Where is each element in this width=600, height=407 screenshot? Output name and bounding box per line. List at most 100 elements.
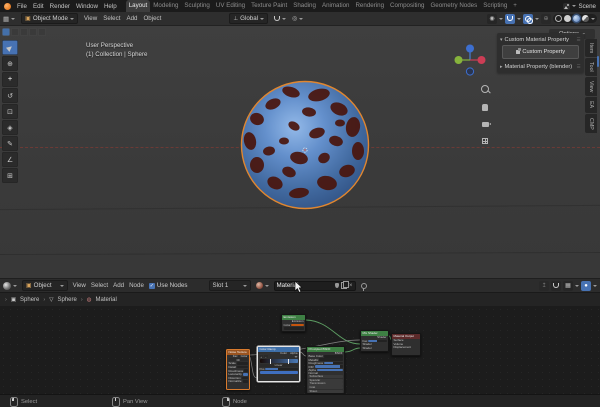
panel-header-custom-material-property[interactable]: ▾ Custom Material Property ☰ (497, 34, 584, 45)
tab-scripting[interactable]: Scripting (480, 0, 510, 12)
cursor-tool[interactable]: ⊕ (2, 56, 18, 71)
tab-cmp[interactable]: CMP (585, 114, 597, 134)
tab-sculpting[interactable]: Sculpting (181, 0, 212, 12)
tab-ea[interactable]: EA (585, 97, 597, 112)
node-noise-texture[interactable]: Noise Texture Fac Color 3D Scale Detail … (226, 349, 250, 390)
fake-user-icon[interactable] (335, 283, 339, 288)
node-emission[interactable]: Emission Emission Color (281, 314, 306, 332)
menu-add[interactable]: Add (113, 282, 124, 289)
value-slider[interactable] (243, 380, 248, 383)
slot-dropdown[interactable]: Slot 1 (209, 280, 251, 291)
tab-texture-paint[interactable]: Texture Paint (248, 0, 290, 12)
gizmos-toggle-button[interactable]: ⊕ (541, 14, 551, 24)
menu-node[interactable]: Node (129, 282, 144, 289)
proportional-editing-dropdown[interactable]: ◎ (292, 15, 303, 22)
viewport-mini-icon[interactable] (11, 28, 19, 36)
tab-geometry-nodes[interactable]: Geometry Nodes (427, 0, 480, 12)
material-name-field[interactable]: Material × (274, 281, 356, 291)
menu-view[interactable]: View (73, 282, 86, 289)
value-slider[interactable] (244, 369, 247, 372)
value-slider[interactable] (317, 369, 343, 372)
transform-tool[interactable]: ◈ (2, 120, 18, 135)
ramp-gradient-bar[interactable] (260, 359, 298, 363)
base-color-swatch[interactable] (324, 355, 343, 358)
go-to-parent-button[interactable]: ↥ (539, 281, 549, 291)
node-color-ramp[interactable]: Color Ramp Color Alpha + − Linear Pos (257, 346, 300, 382)
editor-type-dropdown[interactable]: ▦ (3, 15, 15, 23)
section-subsurface[interactable]: Subsurface (308, 375, 343, 378)
node-material-output[interactable]: Material Output Surface Volume Displacem… (391, 333, 421, 356)
tab-item[interactable]: Item (585, 39, 597, 57)
tab-shading[interactable]: Shading (290, 0, 319, 12)
viewport-mini-icon[interactable] (20, 28, 28, 36)
navigation-gizmo[interactable] (452, 42, 488, 83)
viewport-mini-icon[interactable] (2, 28, 10, 36)
custom-property-button[interactable]: Custom Property (502, 45, 579, 59)
orthographic-toggle-icon[interactable] (482, 138, 488, 144)
tab-layout[interactable]: Layout (126, 0, 151, 12)
add-stop-button[interactable]: + (260, 355, 264, 358)
section-coat[interactable]: Coat (308, 386, 343, 389)
shader-type-dropdown[interactable]: ▣ Object (22, 280, 68, 291)
viewport-3d[interactable]: ▶ ⊕ + ↺ ⊡ ◈ ✎ ∠ ⊞ User Perspective (1) C… (0, 26, 600, 278)
scale-tool[interactable]: ⊡ (2, 104, 18, 119)
node-principled-bsdf[interactable]: Principled BSDF BSDF Base Color Metallic… (306, 346, 345, 394)
overlays-toggle-button[interactable] (523, 14, 533, 24)
breadcrumb-data[interactable]: Sphere (57, 297, 76, 303)
menu-add[interactable]: Add (126, 15, 137, 22)
mode-dropdown[interactable]: ▣ Object Mode (21, 13, 78, 24)
pivot-point-button[interactable]: ◉ (487, 14, 497, 24)
menu-select[interactable]: Select (91, 282, 108, 289)
ramp-stop-handle[interactable] (270, 359, 271, 364)
menu-edit[interactable]: Edit (33, 3, 44, 10)
tab-compositing[interactable]: Compositing (387, 0, 427, 12)
scene-selector[interactable]: Scene (563, 3, 596, 10)
menu-help[interactable]: Help (104, 3, 117, 10)
blender-logo-icon[interactable] (4, 3, 11, 10)
menu-window[interactable]: Window (76, 3, 98, 10)
select-box-tool[interactable]: ▶ (2, 40, 18, 55)
shading-rendered-button[interactable] (582, 15, 589, 22)
rotate-tool[interactable]: ↺ (2, 88, 18, 103)
panel-header-material-property[interactable]: ▸ Material Property (blender) ☰ (497, 62, 584, 72)
menu-view[interactable]: View (84, 15, 97, 22)
pan-hand-icon[interactable] (482, 104, 488, 111)
measure-tool[interactable]: ∠ (2, 152, 18, 167)
value-slider[interactable] (242, 377, 248, 380)
color-swatch[interactable] (291, 324, 303, 327)
wire-principled-to-mix[interactable] (345, 348, 360, 352)
node-mix-shader[interactable]: Mix Shader Shader Fac Shader Shader (360, 330, 389, 352)
tab-modeling[interactable]: Modeling (150, 0, 181, 12)
panel-scroll-indicator[interactable] (597, 56, 599, 67)
viewport-mini-icon[interactable] (38, 28, 46, 36)
annotate-tool[interactable]: ✎ (2, 136, 18, 151)
value-slider[interactable] (243, 373, 248, 376)
tab-rendering[interactable]: Rendering (352, 0, 387, 12)
shading-solid-button[interactable] (564, 15, 571, 22)
menu-object[interactable]: Object (143, 15, 161, 22)
shading-material-preview-button[interactable] (573, 15, 580, 22)
unlink-icon[interactable]: × (349, 283, 353, 289)
sphere-object[interactable] (239, 79, 371, 211)
overlays-button[interactable]: ▦ (563, 281, 573, 291)
interpolation-dropdown[interactable]: Linear (260, 364, 298, 367)
breadcrumb-object[interactable]: Sphere (20, 297, 39, 303)
position-slider[interactable] (265, 368, 297, 371)
snap-target-dropdown[interactable] (274, 16, 286, 21)
breadcrumb-material[interactable]: Material (96, 297, 117, 303)
snapping-button[interactable] (551, 281, 561, 291)
transform-orientation-dropdown[interactable]: ⊥ Global (229, 13, 268, 24)
node-editor[interactable]: Emission Emission Color Noise Texture Fa… (0, 306, 600, 394)
editor-type-dropdown[interactable] (3, 282, 17, 290)
ramp-stop-handle[interactable] (288, 359, 289, 364)
add-primitive-tool[interactable]: ⊞ (2, 168, 18, 183)
viewport-mini-icon[interactable] (29, 28, 37, 36)
move-tool[interactable]: + (2, 72, 18, 87)
pin-icon[interactable] (361, 283, 367, 289)
tab-view[interactable]: View (585, 77, 597, 96)
menu-render[interactable]: Render (50, 3, 70, 10)
snap-toggle-button[interactable] (505, 14, 515, 24)
strength-slider[interactable] (284, 327, 304, 330)
remove-stop-button[interactable]: − (264, 355, 268, 358)
shading-wireframe-button[interactable] (555, 15, 562, 22)
